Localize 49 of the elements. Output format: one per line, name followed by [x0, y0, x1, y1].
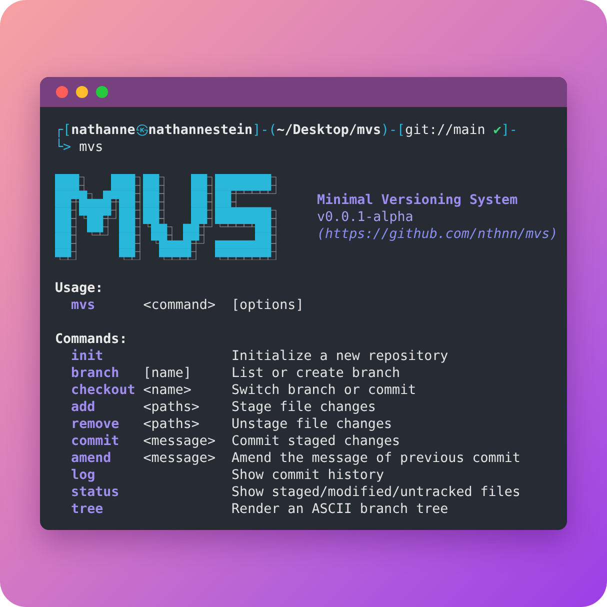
command-description: List or create branch	[232, 365, 400, 382]
command-description: Render an ASCII branch tree	[232, 501, 448, 518]
argument-text: <message>	[143, 450, 216, 467]
prompt-text: ┌[	[55, 122, 72, 138]
prompt-text: ~/Desktop/mvs	[276, 122, 381, 139]
command-description: Amend the message of previous commit	[232, 450, 520, 467]
prompt-text: git://main	[405, 122, 486, 139]
command-name: status	[70, 484, 120, 501]
program-name: mvs	[70, 297, 96, 314]
argument-text: <message>	[143, 433, 216, 450]
command-description: Show commit history	[232, 467, 384, 484]
command-name: amend	[70, 450, 112, 467]
commands-heading: Commands:	[55, 331, 128, 348]
command-name: checkout	[70, 382, 136, 399]
repository-url: (https://github.com/nthnn/mvs)	[317, 226, 558, 242]
argument-text: <paths>	[143, 416, 200, 433]
options-text: [options]	[232, 297, 304, 314]
command-description: Show staged/modified/untracked files	[232, 484, 520, 501]
command-description: Switch branch or commit	[232, 382, 416, 399]
window-control-dot[interactable]	[96, 86, 108, 98]
command-description: Commit staged changes	[232, 433, 400, 450]
prompt-text: )-[	[381, 122, 406, 139]
command-name: tree	[70, 501, 104, 518]
command-name: commit	[70, 433, 120, 450]
window-control-dot[interactable]	[56, 86, 68, 98]
banner-title: Minimal Versioning System	[317, 192, 519, 208]
command-description: Initialize a new repository	[232, 348, 448, 365]
command-name: log	[70, 467, 96, 484]
usage-heading: Usage:	[55, 280, 104, 297]
prompt-text: ]-(	[252, 122, 277, 139]
prompt-text: ]-	[501, 122, 518, 139]
command-name: branch	[70, 365, 120, 382]
command-name: remove	[70, 416, 120, 433]
command-description: Stage file changes	[232, 399, 376, 416]
argument-text: [name]	[143, 365, 192, 382]
prompt-text: ㉿	[135, 122, 148, 139]
version-text: v0.0.1-alpha	[317, 208, 414, 226]
prompt-text: ✔	[493, 122, 502, 139]
argument-text: <command>	[143, 297, 216, 314]
argument-text: <name>	[143, 382, 192, 399]
command-name: init	[70, 348, 104, 365]
command-description: Unstage file changes	[232, 416, 392, 433]
prompt-text: nathanne	[71, 122, 136, 139]
prompt-text: └>	[55, 139, 72, 156]
prompt-text: mvs	[79, 139, 104, 156]
prompt-text: nathannestein	[148, 122, 253, 139]
window-control-dot[interactable]	[76, 86, 88, 98]
argument-text: <paths>	[143, 399, 200, 416]
command-name: add	[70, 399, 96, 416]
